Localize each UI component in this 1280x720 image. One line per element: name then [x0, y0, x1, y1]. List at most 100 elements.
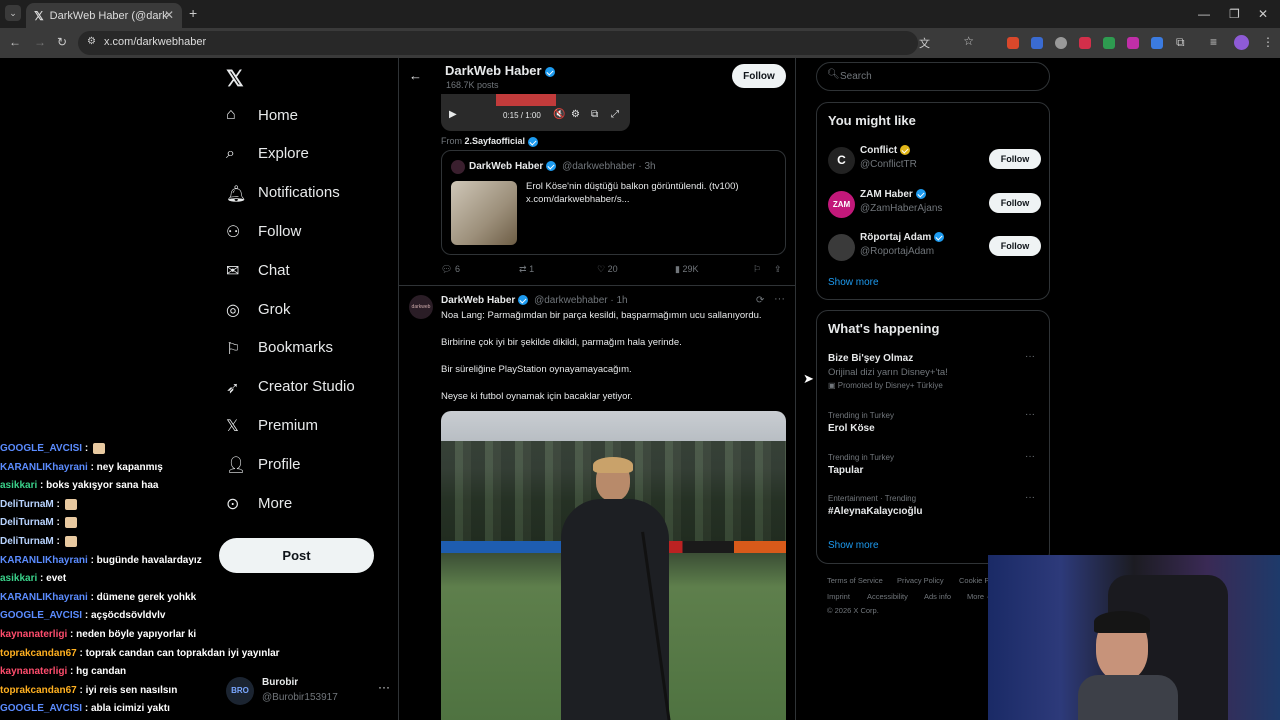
quoted-tweet[interactable]: DarkWeb Haber @darkwebhaber · 3h Erol Kö…: [441, 150, 786, 255]
post-button[interactable]: Post: [219, 538, 374, 573]
trend-more-icon[interactable]: ···: [1025, 351, 1035, 362]
follow-button[interactable]: Follow: [989, 149, 1041, 169]
settings-icon[interactable]: ⚙: [571, 109, 580, 120]
emote-icon: [64, 517, 77, 529]
quote-author-name: DarkWeb Haber: [469, 161, 544, 172]
grok-icon[interactable]: ⟳: [756, 295, 764, 306]
show-more-link[interactable]: Show more: [828, 277, 879, 288]
browser-tab[interactable]: 𝕏 DarkWeb Haber (@darkwebhab ✕: [26, 3, 182, 28]
quote-link[interactable]: x.com/darkwebhaber/s...: [526, 194, 630, 205]
show-more-link[interactable]: Show more: [828, 540, 879, 551]
streamer-hair: [1094, 611, 1150, 633]
footer-link[interactable]: Terms of Service: [827, 576, 883, 585]
tab-list-button[interactable]: ⌄: [5, 5, 21, 21]
follow-button[interactable]: Follow: [989, 192, 1041, 213]
extensions-puzzle-icon[interactable]: ⧉: [1176, 35, 1185, 50]
more-circle-icon: ⊙: [226, 496, 240, 513]
minimize-button[interactable]: —: [1198, 7, 1210, 21]
footer-link[interactable]: Cookie P: [959, 576, 989, 585]
trend-more-icon[interactable]: ···: [1025, 451, 1035, 462]
search-icon: ⌕: [226, 144, 235, 162]
footer-link[interactable]: Imprint: [827, 592, 850, 601]
footer-link[interactable]: Privacy Policy: [897, 576, 944, 585]
nav-item-profile[interactable]: 👤︎ Profile: [226, 455, 301, 475]
translate-icon[interactable]: 文: [919, 35, 930, 51]
nav-item-bookmarks[interactable]: ⚐ Bookmarks: [226, 339, 333, 358]
video-player[interactable]: ▶ 0:15 / 1:00 🔇 ⚙ ⧉ ⤢: [441, 94, 630, 131]
bookmark-star-icon[interactable]: ☆: [963, 34, 974, 48]
reload-icon[interactable]: ↻: [57, 35, 67, 49]
quote-image[interactable]: [451, 181, 517, 245]
tweet-photo[interactable]: [441, 411, 786, 720]
extension-icon[interactable]: [1127, 37, 1139, 49]
trend-item[interactable]: Entertainment · Trending #AleynaKalaycıoğ…: [828, 492, 1043, 528]
account-more-icon[interactable]: ···: [378, 680, 390, 694]
tweet-time[interactable]: · 1h: [610, 295, 627, 306]
restore-button[interactable]: ❐: [1229, 7, 1240, 21]
trend-item[interactable]: Trending in Turkey Erol Köse ···: [828, 409, 1043, 445]
nav-item-notifications[interactable]: 🔔︎ Notifications: [226, 184, 340, 203]
nav-item-creator-studio[interactable]: ➶ Creator Studio: [226, 378, 355, 397]
play-icon[interactable]: ▶: [449, 109, 457, 120]
tab-close-icon[interactable]: ✕: [164, 8, 174, 22]
browser-menu-icon[interactable]: ⋮: [1262, 35, 1274, 49]
search-input[interactable]: 🔍︎ Search: [816, 62, 1050, 91]
nav-item-chat[interactable]: ✉ Chat: [226, 261, 290, 281]
tweet-avatar[interactable]: darkweb: [409, 295, 433, 319]
extension-icon[interactable]: [1079, 37, 1091, 49]
footer-link[interactable]: Ads info: [924, 592, 951, 601]
media-controls-icon[interactable]: ≡: [1210, 35, 1217, 49]
from-account-link[interactable]: 2.Sayfaofficial: [465, 136, 526, 146]
suggested-user[interactable]: C Conflict @ConflictTR Follow: [817, 143, 1051, 179]
new-tab-button[interactable]: +: [189, 5, 197, 21]
back-arrow-icon[interactable]: ←: [409, 68, 422, 83]
extension-icon[interactable]: [1151, 37, 1163, 49]
site-info-icon[interactable]: ⚙: [87, 36, 96, 47]
footer-link[interactable]: More ·: [967, 592, 989, 601]
forward-icon[interactable]: →: [34, 35, 46, 49]
footer-link[interactable]: Accessibility: [867, 592, 908, 601]
suggested-user[interactable]: ZAM ZAM Haber @ZamHaberAjans Follow: [817, 187, 1051, 223]
trend-more-icon[interactable]: ···: [1025, 409, 1035, 420]
trend-item[interactable]: Trending in Turkey Tapular ···: [828, 451, 1043, 487]
profile-avatar-icon[interactable]: [1234, 35, 1249, 50]
close-window-button[interactable]: ✕: [1258, 7, 1268, 21]
back-icon[interactable]: ←: [9, 35, 21, 49]
nav-item-grok[interactable]: ◎ Grok: [226, 300, 291, 320]
tweet-author-name[interactable]: DarkWeb Haber: [441, 295, 515, 306]
nav-item-more[interactable]: ⊙ More: [226, 494, 292, 514]
reply-button[interactable]: 💬︎ 6: [441, 264, 460, 275]
extension-icon[interactable]: [1031, 37, 1043, 49]
nav-item-label: Follow: [258, 222, 302, 240]
follow-button[interactable]: Follow: [732, 64, 786, 88]
views-button[interactable]: ▮ 29K: [675, 264, 698, 275]
repost-button[interactable]: ⇄ 1: [519, 264, 534, 275]
bookmark-icon: ⚐: [226, 340, 241, 358]
like-button[interactable]: ♡ 20: [597, 264, 618, 275]
chat-username: kaynanaterligi: [0, 666, 68, 678]
nav-item-follow[interactable]: ⚇ Follow: [226, 222, 302, 242]
promoted-trend[interactable]: Bize Bi'şey Olmaz Orijinal dizi yarın Di…: [828, 353, 1038, 390]
bookmark-icon[interactable]: ⚐: [753, 264, 761, 275]
url-field[interactable]: ⚙ x.com/darkwebhaber 文 ☆: [78, 31, 974, 55]
extension-icon[interactable]: [1055, 37, 1067, 49]
pip-icon[interactable]: ⧉: [591, 109, 598, 120]
account-name: Burobir: [262, 677, 299, 688]
x-favicon-icon: 𝕏: [34, 8, 44, 23]
extension-icon[interactable]: [1103, 37, 1115, 49]
share-icon[interactable]: ⇪: [774, 264, 782, 275]
tweet-more-icon[interactable]: ···: [774, 293, 785, 305]
suggested-user[interactable]: Röportaj Adam @RoportajAdam Follow: [817, 230, 1051, 266]
mute-icon[interactable]: 🔇: [553, 109, 565, 120]
x-logo-icon[interactable]: 𝕏: [226, 66, 244, 92]
trend-more-icon[interactable]: ···: [1025, 492, 1035, 503]
nav-item-premium[interactable]: 𝕏 Premium: [226, 416, 318, 436]
follow-button[interactable]: Follow: [989, 236, 1041, 256]
nav-item-explore[interactable]: ⌕ Explore: [226, 145, 309, 163]
account-switcher[interactable]: BRO Burobir @Burobir153917 ···: [226, 674, 396, 708]
extension-icon[interactable]: [1007, 37, 1019, 49]
add-person-icon: ⚇: [226, 224, 241, 242]
you-might-like-title: You might like: [828, 113, 916, 128]
fullscreen-icon[interactable]: ⤢: [611, 109, 619, 120]
nav-item-home[interactable]: ⌂ Home: [226, 106, 298, 124]
